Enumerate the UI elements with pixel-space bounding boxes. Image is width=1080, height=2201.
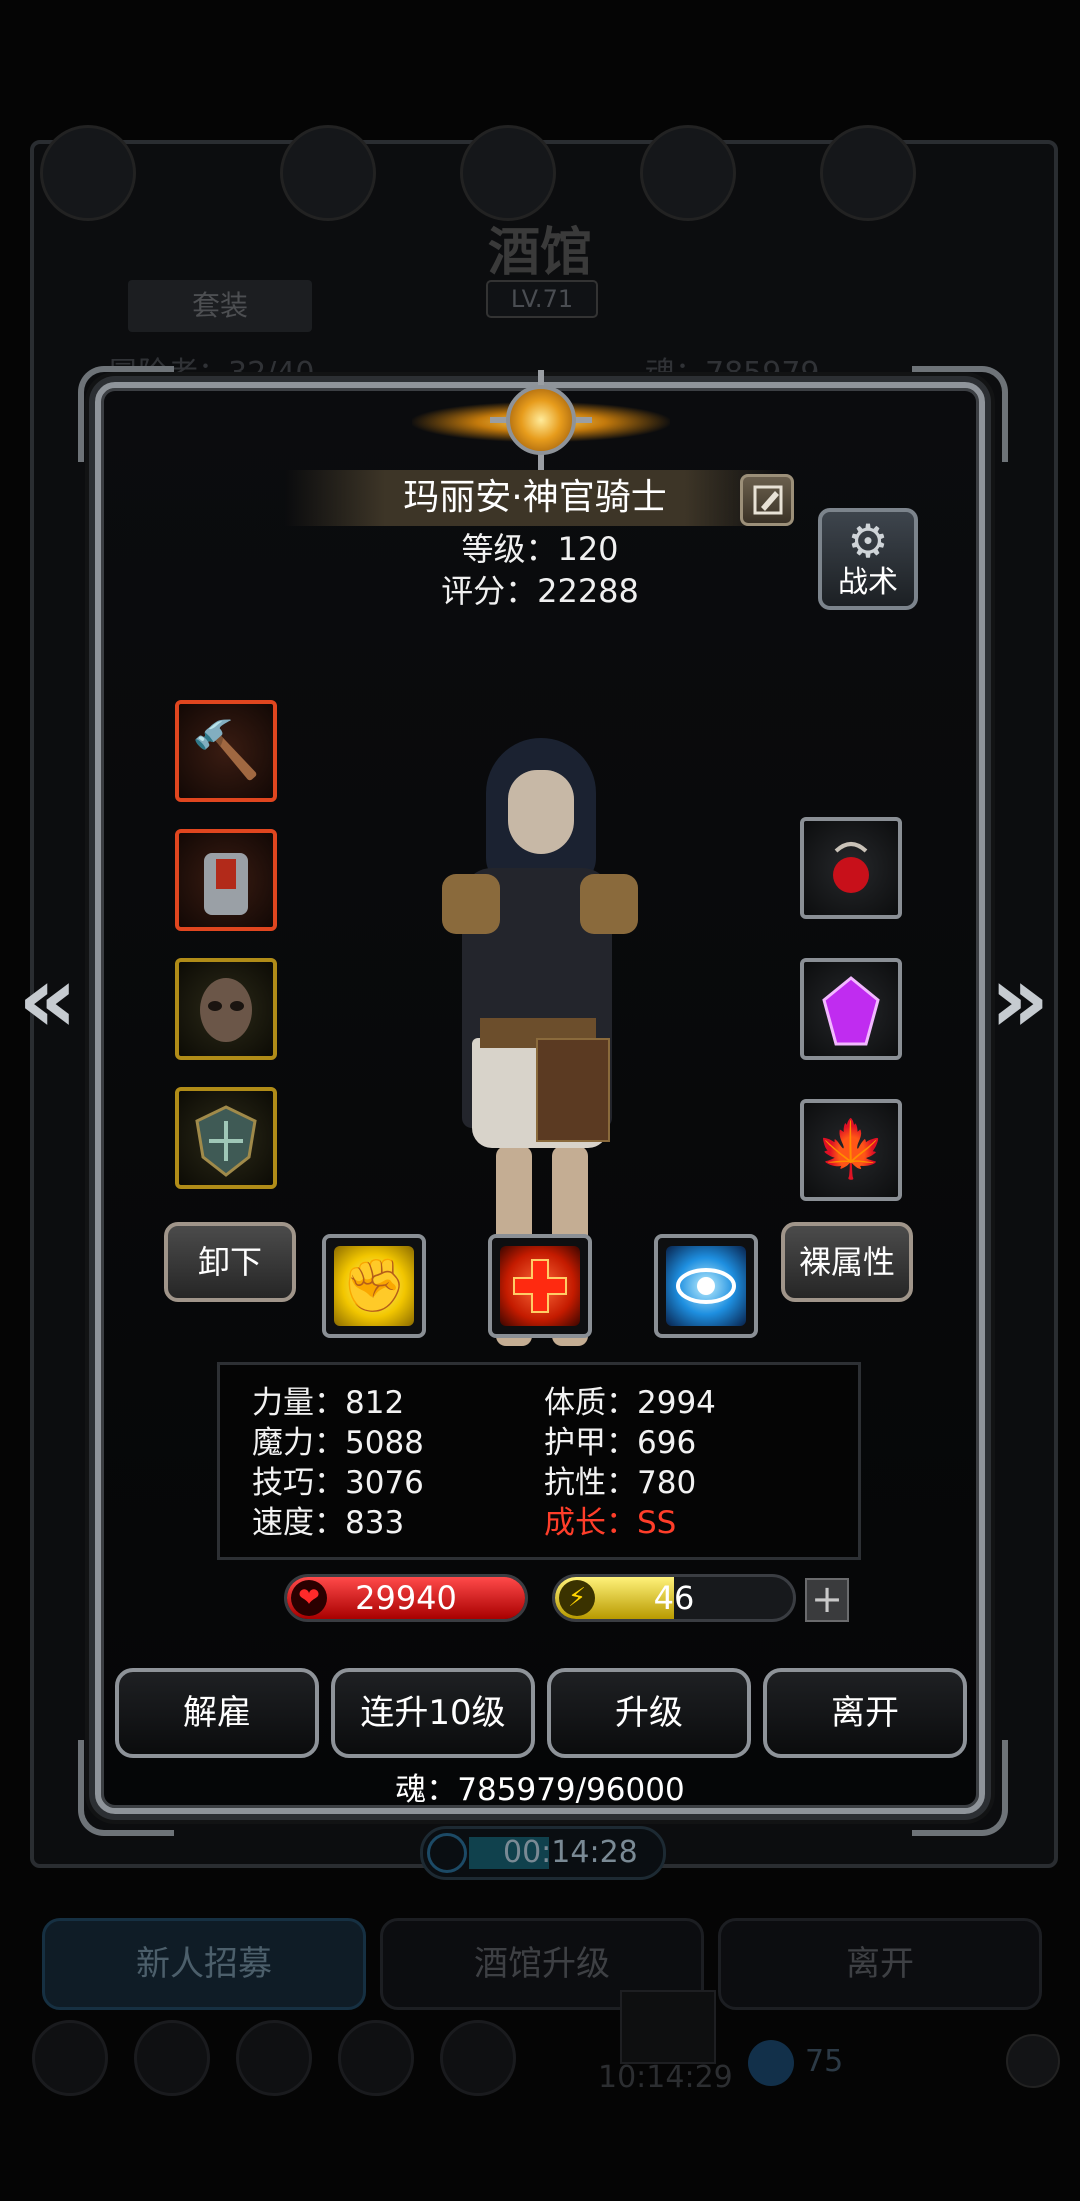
gem-count: 75 <box>805 2044 844 2079</box>
tavern-top-icon <box>280 125 376 221</box>
tavern-top-icons <box>40 125 1040 221</box>
add-energy-button[interactable]: + <box>805 1578 849 1622</box>
tavern-top-icon <box>640 125 736 221</box>
recruit-button: 新人招募 <box>42 1918 366 2010</box>
equip-slot-charm[interactable]: 🍁 <box>800 1099 902 1201</box>
equip-slot-shield[interactable] <box>175 1087 277 1189</box>
next-hero-arrow-icon[interactable]: » <box>990 950 1049 1050</box>
tavern-timer: 00:14:28 <box>420 1826 666 1880</box>
maple-leaf-icon: 🍁 <box>816 1117 886 1182</box>
shield-icon <box>179 1091 273 1185</box>
tactics-button[interactable]: ⚙ 战术 <box>818 508 918 610</box>
equip-slot-gem[interactable] <box>800 958 902 1060</box>
hero-name: 玛丽安·神官骑士 <box>403 477 667 518</box>
level-up-10-button[interactable]: 连升10级 <box>331 1668 535 1758</box>
tavern-top-icon <box>820 125 916 221</box>
equip-slot-armor[interactable] <box>175 829 277 931</box>
eye-skill-icon <box>666 1246 746 1326</box>
tavern-bottom-icon <box>134 2020 210 2096</box>
tavern-title: 酒馆 <box>487 223 592 283</box>
tavern-bottom-icon <box>32 2020 108 2096</box>
skill-slot-1[interactable]: ✊ <box>322 1234 426 1338</box>
unequip-button[interactable]: 卸下 <box>164 1222 296 1302</box>
heal-cross-skill-icon <box>500 1246 580 1326</box>
stat-constitution: 体质：2994 <box>544 1385 716 1421</box>
skill-slot-3[interactable] <box>654 1234 758 1338</box>
timer-text: 00:14:28 <box>503 1835 638 1870</box>
hp-value: 29940 <box>355 1579 457 1617</box>
base-attributes-button[interactable]: 裸属性 <box>781 1222 913 1302</box>
mask-icon <box>179 962 273 1056</box>
stat-resistance: 抗性：780 <box>544 1465 697 1501</box>
chest-timer: 10:14:29 <box>598 2060 733 2095</box>
stat-armor: 护甲：696 <box>544 1425 697 1461</box>
stat-growth: 成长：SS <box>544 1505 677 1541</box>
amulet-icon <box>804 821 898 915</box>
stat-skill: 技巧：3076 <box>252 1465 424 1501</box>
stats-panel: 力量：812 魔力：5088 技巧：3076 速度：833 体质：2994 护甲… <box>217 1362 861 1560</box>
tavern-leave-button: 离开 <box>718 1918 1042 2010</box>
hp-bar: ❤ 29940 <box>284 1574 528 1622</box>
rank-emblem-icon <box>506 385 576 455</box>
stat-strength: 力量：812 <box>252 1385 405 1421</box>
armor-icon <box>179 833 273 927</box>
tavern-bottom-icon <box>236 2020 312 2096</box>
soul-progress: 魂：785979/96000 <box>395 1772 685 1808</box>
fist-skill-icon: ✊ <box>334 1246 414 1326</box>
hero-level: 等级：120 <box>461 530 619 568</box>
stat-magic: 魔力：5088 <box>252 1425 424 1461</box>
equip-slot-helmet[interactable] <box>175 958 277 1060</box>
gear-icon: ⚙ <box>847 514 889 568</box>
purple-gem-icon <box>804 962 898 1056</box>
level-up-button[interactable]: 升级 <box>547 1668 751 1758</box>
tavern-level: LV.71 <box>486 280 598 318</box>
energy-value: 46 <box>653 1579 695 1617</box>
edit-name-button[interactable] <box>740 474 794 526</box>
mace-icon: 🔨 <box>191 718 261 783</box>
frame-corner <box>912 366 1008 462</box>
pencil-icon <box>753 485 783 515</box>
add-gem-icon <box>1006 2034 1060 2088</box>
timer-ring-icon <box>427 1833 467 1873</box>
dismiss-button[interactable]: 解雇 <box>115 1668 319 1758</box>
equip-slot-weapon[interactable]: 🔨 <box>175 700 277 802</box>
chest-icon <box>620 1990 716 2064</box>
tavern-top-icon <box>40 125 136 221</box>
skill-slot-2[interactable] <box>488 1234 592 1338</box>
tavern-top-icon <box>460 125 556 221</box>
gem-icon <box>748 2040 794 2086</box>
previous-hero-arrow-icon[interactable]: « <box>18 950 77 1050</box>
energy-bar: ⚡ 46 <box>552 1574 796 1622</box>
tavern-bottom-icon <box>440 2020 516 2096</box>
hero-score: 评分：22288 <box>441 572 639 610</box>
equip-slot-amulet[interactable] <box>800 817 902 919</box>
frame-corner <box>78 366 174 462</box>
tactics-label: 战术 <box>838 565 898 600</box>
leave-button[interactable]: 离开 <box>763 1668 967 1758</box>
suit-tab: 套装 <box>128 280 312 332</box>
stat-speed: 速度：833 <box>252 1505 405 1541</box>
tavern-bottom-icon <box>338 2020 414 2096</box>
